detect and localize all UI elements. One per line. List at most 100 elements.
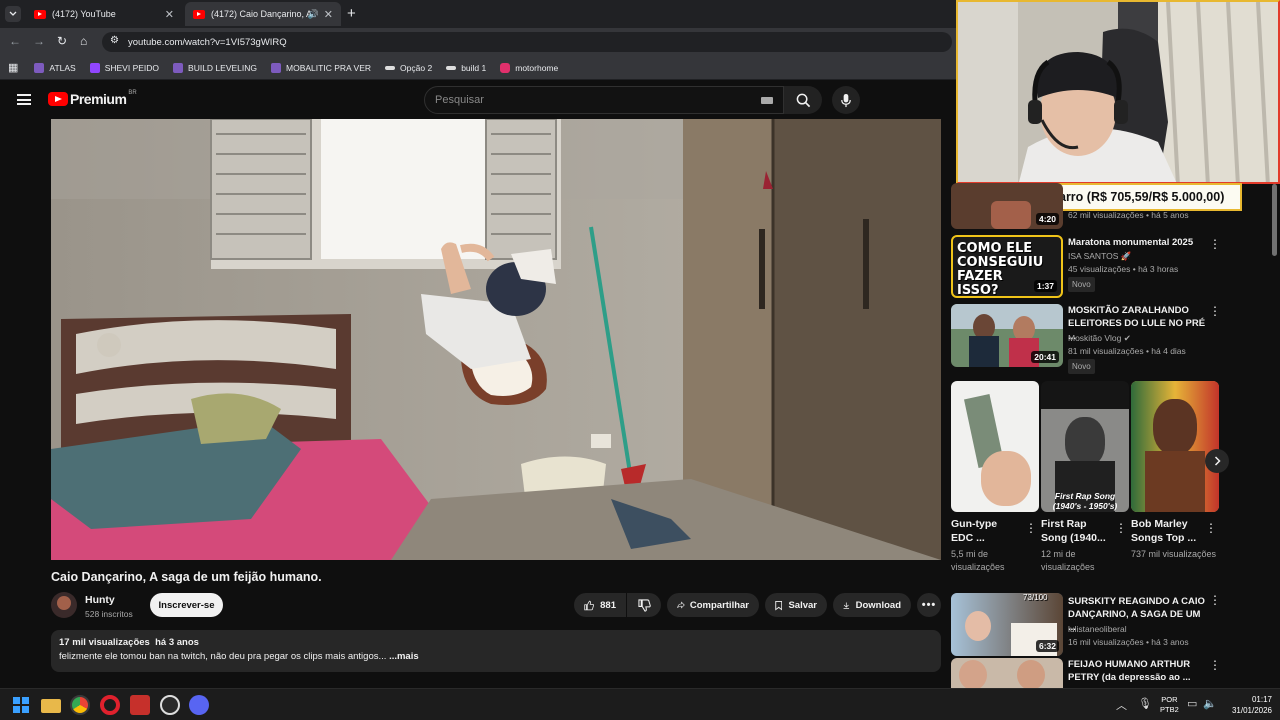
youtube-logo[interactable]: Premium BR [48,90,137,107]
language-indicator[interactable]: POR PTB2 [1160,695,1179,715]
start-button[interactable] [13,697,29,713]
more-actions-button[interactable]: ••• [917,593,941,617]
related-video[interactable]: 4:20 62 mil visualizações • há 5 anos [951,183,1273,229]
app-icon[interactable] [130,695,150,715]
youtube-favicon-icon [34,9,46,19]
mic-icon [841,93,851,107]
volume-icon[interactable]: 🔈 [1203,697,1217,710]
video-thumbnail[interactable]: 73/100 6:32 [951,593,1063,656]
reload-icon[interactable]: ↻ [57,34,67,48]
date: 31/01/2026 [1231,706,1272,715]
search-button[interactable] [784,86,822,114]
new-tab-button[interactable]: + [347,5,356,22]
network-icon[interactable]: ▭ [1187,697,1197,710]
show-more-link[interactable]: ...mais [389,651,419,662]
bookmark-mobalitic[interactable]: MOBALITIC PRA VER [271,62,371,73]
bookmark-motorhome[interactable]: motorhome [500,62,558,73]
back-icon[interactable]: ← [9,34,21,48]
more-options-icon[interactable]: ⋮ [1209,658,1221,672]
close-tab-icon[interactable]: ✕ [324,8,333,21]
bookmark-build-1[interactable]: build 1 [446,63,486,73]
channel-name: ISA SANTOS 🚀 [1068,251,1132,261]
save-button[interactable]: Salvar [765,593,827,617]
home-icon[interactable]: ⌂ [80,34,87,48]
video-thumbnail[interactable] [951,658,1063,688]
search-input[interactable]: Pesquisar [424,86,784,114]
chevron-down-icon [9,11,17,16]
video-thumbnail[interactable]: 20:41 [951,304,1063,367]
like-button[interactable]: 881 [574,593,626,617]
short-thumbnail[interactable]: First Rap Song (1940's - 1950's) [1041,381,1129,512]
video-thumbnail[interactable]: COMO ELE CONSEGUIU FAZER ISSO? 1:37 [951,235,1063,298]
bookmark-atlas[interactable]: ATLAS [34,62,76,73]
mic-tray-icon[interactable]: 🎙 [1138,697,1152,710]
youtube-header: Premium BR Pesquisar [0,81,956,119]
channel-name[interactable]: Hunty [85,594,115,606]
voice-search-button[interactable] [832,86,860,114]
video-title: Caio Dançarino, A saga de um feijão huma… [51,570,322,584]
obs-icon[interactable] [160,695,180,715]
related-video[interactable]: COMO ELE CONSEGUIU FAZER ISSO? 1:37 Mara… [951,235,1273,300]
subscribe-button[interactable]: Inscrever-se [150,593,223,617]
short-title: Bob Marley Songs Top ... [1131,518,1197,544]
video-thumbnail[interactable]: 4:20 [951,183,1063,229]
bookmark-opcao-2[interactable]: Opção 2 [385,63,432,73]
discord-icon[interactable] [189,695,209,715]
search-icon [796,93,810,107]
chevron-right-icon [1214,456,1221,466]
tab-title: (4172) Caio Dançarino, A sa [211,9,311,19]
site-info-icon[interactable]: ⚙ [110,35,119,46]
tray-chevron-icon[interactable]: ︿ [1116,697,1127,713]
related-video[interactable]: 73/100 6:32 SURSKITY REAGINDO A CAIO DAN… [951,593,1273,658]
video-meta: 62 mil visualizações • há 5 anos [1068,210,1189,220]
forward-icon[interactable]: → [33,34,45,48]
short-title: Gun-type EDC ... [951,518,998,544]
address-bar[interactable]: ⚙ youtube.com/watch?v=1VI573gWIRQ [102,32,952,52]
short-item[interactable]: Bob Marley Songs Top ... 737 mil visuali… [1131,381,1219,561]
video-frame [51,119,941,560]
related-video[interactable]: FEIJAO HUMANO ARTHUR PETRY (da depressão… [951,658,1273,688]
more-options-icon[interactable]: ⋮ [1209,593,1221,607]
logo-text: Premium [70,91,127,107]
description-text: felizmente ele tomou ban na twitch, não … [59,651,387,662]
video-player[interactable] [51,119,941,560]
related-video[interactable]: 20:41 MOSKITÃO ZARALHANDO ELEITORES DO L… [951,304,1273,374]
clock[interactable]: 01:17 31/01/2026 [1222,694,1272,716]
tab-video[interactable]: (4172) Caio Dançarino, A sa 🔊 ✕ [185,2,341,26]
thumbnail-caption: COMO ELE CONSEGUIU FAZER ISSO? [957,241,1044,298]
bookmark-build-leveling[interactable]: BUILD LEVELING [173,62,257,73]
more-options-icon[interactable]: ⋮ [1025,521,1037,535]
opera-icon[interactable] [100,695,120,715]
tab-youtube[interactable]: (4172) YouTube ✕ [26,2,182,26]
close-tab-icon[interactable]: ✕ [165,8,174,21]
windows-icon [13,697,21,705]
dislike-button[interactable] [627,593,661,617]
speaker-icon[interactable]: 🔊 [308,9,319,20]
more-options-icon[interactable]: ⋮ [1209,304,1221,318]
new-badge: Novo [1068,277,1095,292]
shelf-next-button[interactable] [1205,449,1229,473]
more-options-icon[interactable]: ⋮ [1209,237,1221,251]
video-duration: 20:41 [1031,351,1059,363]
menu-icon[interactable] [17,94,31,105]
views-date: 17 mil visualizações há 3 anos [59,637,199,648]
file-explorer-icon[interactable] [41,699,61,713]
chrome-icon[interactable] [70,695,90,715]
page-scrollbar[interactable] [1272,184,1277,256]
short-item[interactable]: First Rap Song (1940's - 1950's) First R… [1041,381,1129,574]
download-button[interactable]: Download [833,593,911,617]
more-options-icon[interactable]: ⋮ [1205,521,1217,535]
short-item[interactable]: Gun-type EDC ... 5,5 mi de visualizações… [951,381,1039,574]
apps-grid-icon[interactable]: ▦ [8,61,18,74]
tab-search-button[interactable] [5,6,21,22]
short-thumbnail[interactable] [1131,381,1219,512]
description-box[interactable]: 17 mil visualizações há 3 anos felizment… [51,630,941,672]
share-button[interactable]: Compartilhar [667,593,759,617]
more-options-icon[interactable]: ⋮ [1115,521,1127,535]
bookmark-icon [385,65,396,70]
thumbs-up-icon [584,600,594,610]
channel-avatar[interactable] [51,592,77,618]
short-thumbnail[interactable] [951,381,1039,512]
keyboard-icon[interactable] [761,97,773,104]
bookmark-shevi-peido[interactable]: SHEVI PEIDO [89,62,159,73]
